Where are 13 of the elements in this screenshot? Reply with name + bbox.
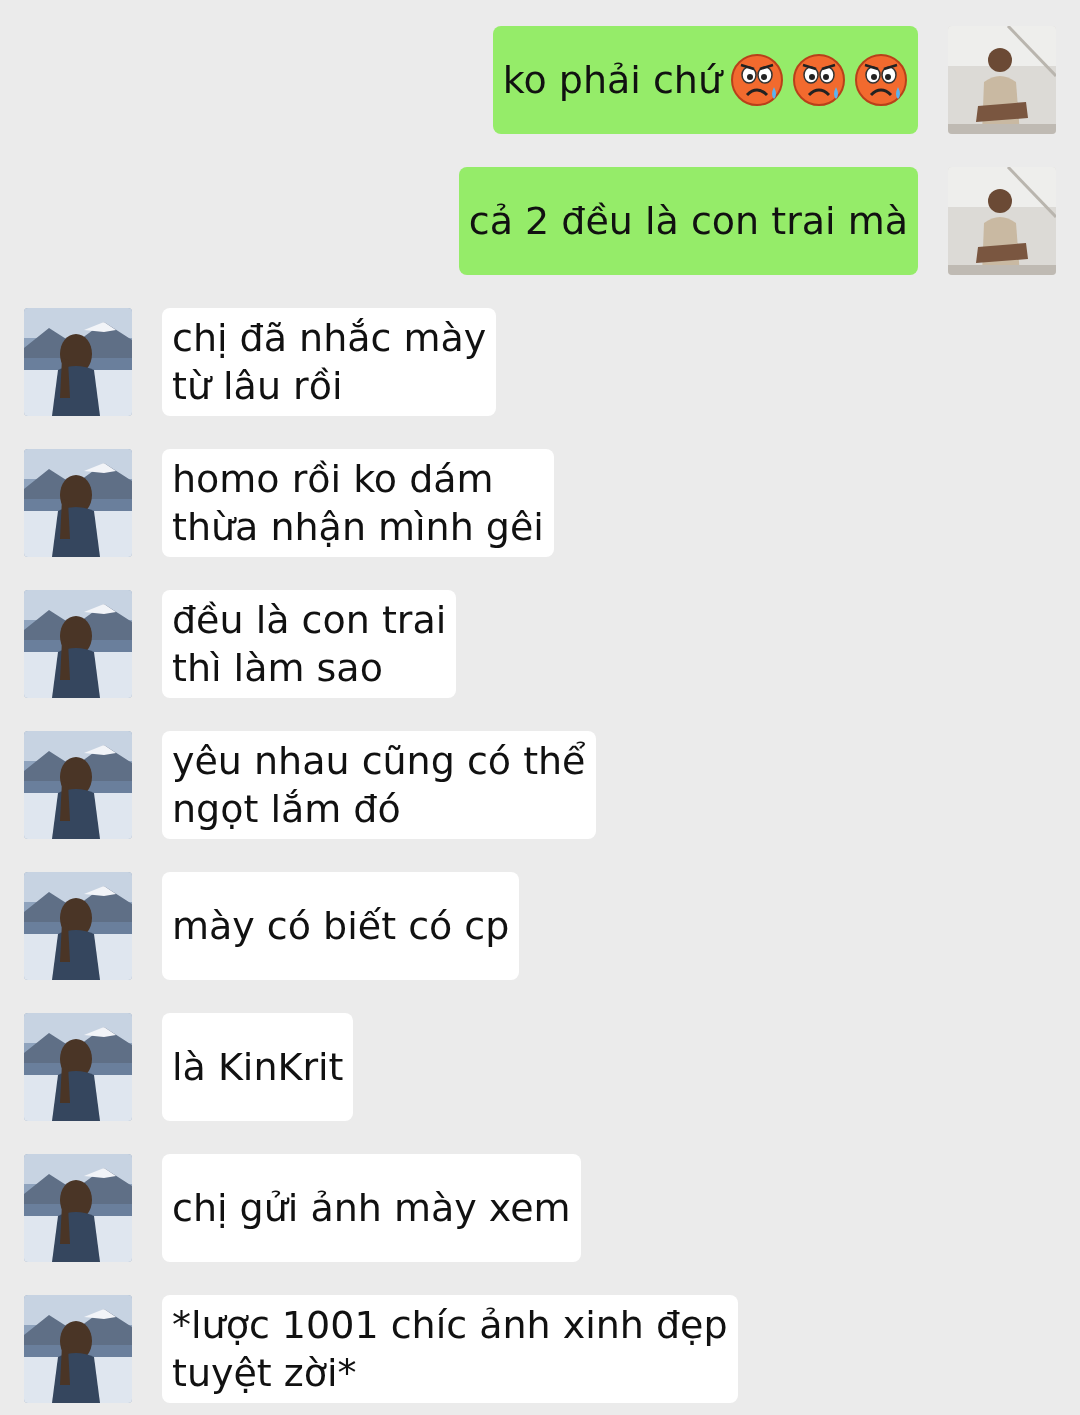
message-text: mày có biết có cp: [172, 903, 510, 950]
crying-face-icon: [730, 53, 784, 107]
message-text: đều là con trai thì làm sao: [172, 597, 447, 692]
message-text: homo rồi ko dám thừa nhận mình gêi: [172, 456, 544, 551]
message-text: chị đã nhắc mày từ lâu rồi: [172, 315, 487, 410]
crying-face-icon: [792, 53, 846, 107]
crying-face-icon: [854, 53, 908, 107]
message-text: *lược 1001 chíc ảnh xinh đẹp tuyệt zời*: [172, 1302, 728, 1397]
message-text: cả 2 đều là con trai mà: [468, 198, 908, 245]
message-text: ko phải chứ: [502, 57, 722, 104]
message-text: yêu nhau cũng có thể ngọt lắm đó: [172, 738, 586, 833]
message-text: là KinKrit: [172, 1044, 344, 1091]
message-text: chị gửi ảnh mày xem: [172, 1185, 571, 1232]
